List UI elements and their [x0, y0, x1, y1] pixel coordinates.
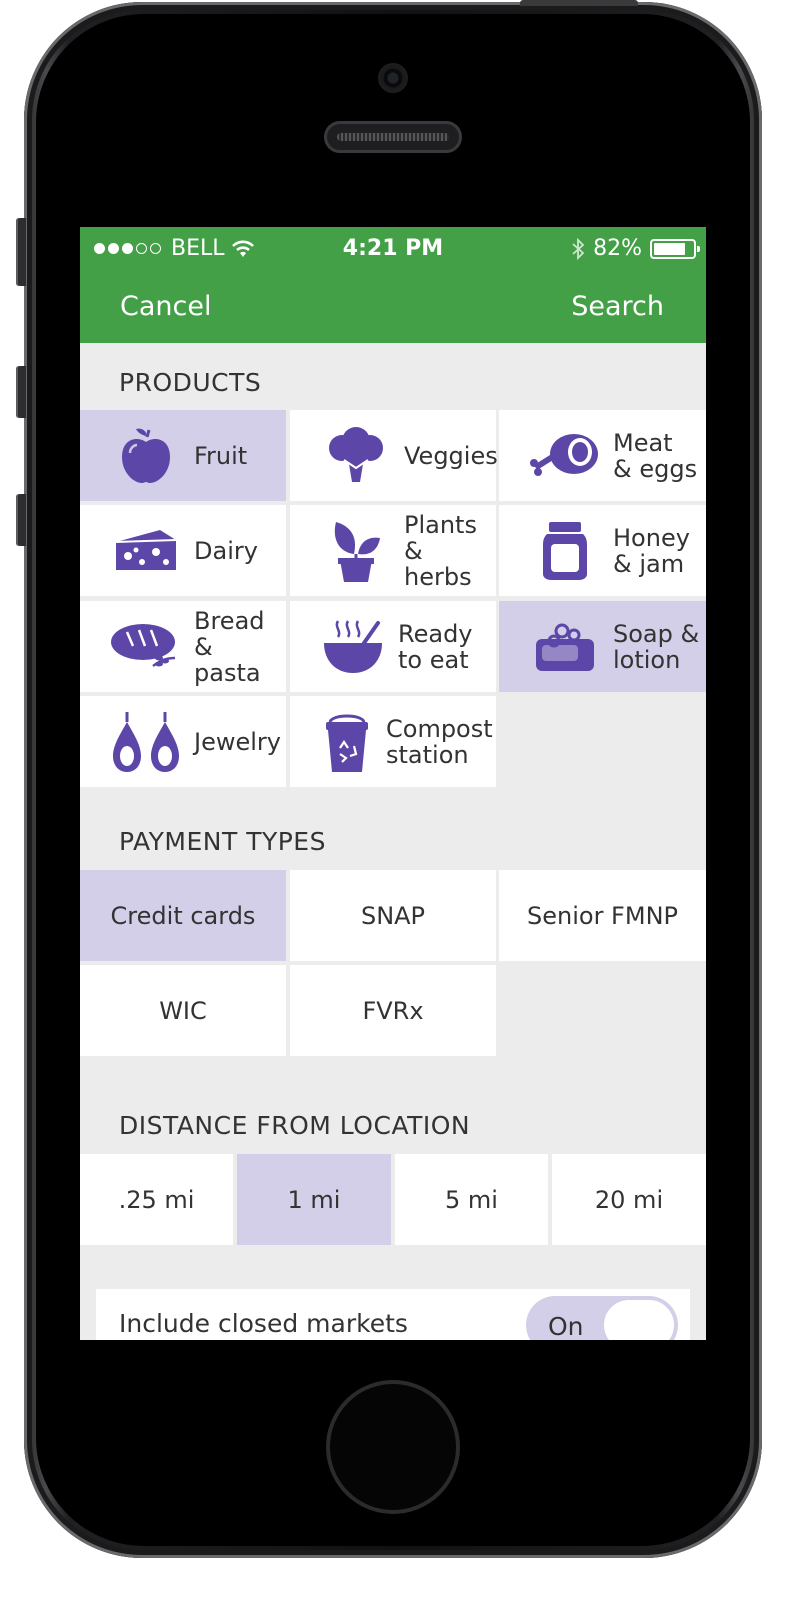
payment-credit-cards[interactable]: Credit cards — [80, 870, 286, 961]
product-label-line1: Veggies — [404, 441, 498, 470]
jar-icon — [517, 520, 613, 582]
product-compost[interactable]: Compost station — [290, 696, 496, 787]
screen: BELL 4:21 PM 82% Cancel Search PRODUCTS … — [80, 227, 706, 1340]
product-label-line2: & pasta — [194, 632, 261, 687]
home-button[interactable] — [326, 1380, 460, 1514]
product-label-line2: lotion — [613, 645, 681, 674]
product-veggies[interactable]: Veggies — [290, 410, 498, 501]
product-label: Bread & pasta — [194, 608, 286, 686]
product-label-line1: Compost — [386, 714, 493, 743]
apple-icon — [98, 427, 194, 485]
volume-down-button — [16, 494, 26, 546]
bluetooth-icon — [572, 237, 585, 260]
payment-label: Senior FMNP — [527, 901, 678, 930]
product-label: Meat & eggs — [613, 430, 697, 482]
product-honey[interactable]: Honey & jam — [499, 505, 706, 596]
product-label-line2: station — [386, 740, 469, 769]
plant-icon — [308, 518, 404, 584]
distance-label: 5 mi — [445, 1185, 498, 1214]
distance-option-20-mi[interactable]: 20 mi — [552, 1154, 706, 1245]
broccoli-icon — [308, 426, 404, 486]
product-fruit[interactable]: Fruit — [80, 410, 286, 501]
payment-snap[interactable]: SNAP — [290, 870, 496, 961]
product-label: Jewelry — [194, 729, 281, 755]
front-camera — [378, 63, 408, 93]
payment-wic[interactable]: WIC — [80, 965, 286, 1056]
product-label-line1: Dairy — [194, 536, 258, 565]
product-label-line1: Ready — [398, 619, 473, 648]
bread-icon — [98, 620, 194, 674]
earpiece-speaker — [324, 121, 462, 153]
product-ready[interactable]: Ready to eat — [290, 601, 496, 692]
product-jewelry[interactable]: Jewelry — [80, 696, 286, 787]
product-label-line1: Fruit — [194, 441, 248, 470]
product-plants[interactable]: Plants & herbs — [290, 505, 496, 596]
product-meat[interactable]: Meat & eggs — [499, 410, 706, 501]
battery-icon — [650, 238, 700, 259]
payment-label: SNAP — [360, 901, 426, 930]
search-button[interactable]: Search — [571, 291, 664, 322]
mute-switch — [16, 218, 26, 286]
payment-senior-fmnp[interactable]: Senior FMNP — [499, 870, 706, 961]
product-label-line1: Honey — [613, 523, 690, 552]
product-label-line1: Soap & — [613, 619, 700, 648]
product-label-line2: & eggs — [613, 454, 698, 483]
distance-section-title: DISTANCE FROM LOCATION — [119, 1111, 471, 1140]
product-label: Ready to eat — [398, 621, 473, 673]
product-label-line1: Bread — [194, 606, 265, 635]
battery-percent: 82% — [593, 236, 642, 261]
earrings-icon — [98, 710, 194, 774]
include-closed-markets-label: Include closed markets — [119, 1309, 408, 1338]
include-closed-markets-row: Include closed markets On — [96, 1289, 690, 1340]
distance-option-25-mi[interactable]: .25 mi — [80, 1154, 233, 1245]
power-button — [520, 0, 638, 6]
toggle-knob — [602, 1298, 676, 1340]
product-label: Fruit — [194, 443, 247, 469]
distance-label: .25 mi — [118, 1185, 195, 1214]
product-label: Veggies — [404, 443, 498, 469]
status-bar: BELL 4:21 PM 82% — [80, 227, 706, 271]
payment-types-section-title: PAYMENT TYPES — [119, 827, 326, 856]
toggle-state-label: On — [548, 1312, 584, 1340]
product-label: Compost station — [386, 716, 493, 768]
payment-label: FVRx — [362, 996, 424, 1025]
compost-bin-icon — [308, 710, 386, 774]
product-label: Dairy — [194, 538, 258, 564]
battery-level — [654, 242, 686, 255]
product-label: Plants & herbs — [404, 512, 496, 590]
product-label-line1: Meat — [613, 428, 673, 457]
distance-label: 1 mi — [287, 1185, 341, 1214]
product-dairy[interactable]: Dairy — [80, 505, 286, 596]
payment-label: WIC — [159, 996, 207, 1025]
soup-bowl-icon — [308, 617, 398, 677]
payment-fvrx[interactable]: FVRx — [290, 965, 496, 1056]
product-label-line2: to eat — [398, 645, 469, 674]
product-label-line2: & herbs — [404, 536, 472, 591]
product-label-line1: Jewelry — [194, 727, 281, 756]
product-label-line1: Plants — [404, 510, 477, 539]
status-right: 82% — [571, 236, 700, 261]
distance-option-1-mi[interactable]: 1 mi — [237, 1154, 391, 1245]
product-label: Honey & jam — [613, 525, 690, 577]
product-soap[interactable]: Soap & lotion — [499, 601, 706, 692]
product-label-line2: & jam — [613, 549, 685, 578]
products-section-title: PRODUCTS — [119, 368, 262, 397]
cheese-icon — [98, 526, 194, 576]
product-bread[interactable]: Bread & pasta — [80, 601, 286, 692]
nav-bar: Cancel Search — [80, 271, 706, 343]
cancel-button[interactable]: Cancel — [120, 291, 211, 322]
distance-label: 20 mi — [594, 1185, 664, 1214]
soap-icon — [517, 619, 613, 675]
payment-label: Credit cards — [110, 901, 256, 930]
include-closed-markets-toggle[interactable]: On — [526, 1296, 678, 1340]
product-label: Soap & lotion — [613, 621, 699, 673]
volume-up-button — [16, 366, 26, 418]
ham-icon — [517, 430, 613, 482]
distance-option-5-mi[interactable]: 5 mi — [395, 1154, 548, 1245]
